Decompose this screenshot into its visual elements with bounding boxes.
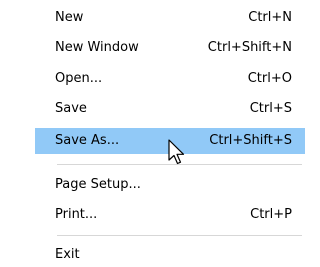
menu-separator	[57, 235, 302, 236]
menu-item-label: Exit	[55, 247, 80, 262]
menu-item-shortcut: Ctrl+S	[249, 101, 292, 116]
menu-item-shortcut: Ctrl+O	[247, 71, 292, 86]
menu-item-label: Page Setup...	[55, 177, 141, 192]
menu-item-print[interactable]: Print... Ctrl+P	[0, 202, 305, 228]
menu-item-label: Save As...	[55, 133, 120, 148]
file-menu: New Ctrl+N New Window Ctrl+Shift+N Open.…	[0, 0, 310, 267]
menu-item-new[interactable]: New Ctrl+N	[0, 5, 305, 31]
menu-item-open[interactable]: Open... Ctrl+O	[0, 66, 305, 92]
arrow-pointer-icon	[168, 139, 185, 165]
menu-item-shortcut: Ctrl+Shift+S	[209, 133, 292, 148]
menu-item-exit[interactable]: Exit	[0, 242, 305, 267]
menu-item-shortcut: Ctrl+P	[250, 207, 292, 222]
menu-item-label: Print...	[55, 207, 98, 222]
menu-item-label: New Window	[55, 40, 139, 55]
menu-item-label: New	[55, 10, 84, 25]
menu-item-label: Open...	[55, 71, 103, 86]
menu-item-shortcut: Ctrl+Shift+N	[207, 40, 292, 55]
menu-item-shortcut: Ctrl+N	[248, 10, 292, 25]
menu-item-label: Save	[55, 101, 87, 116]
menu-item-new-window[interactable]: New Window Ctrl+Shift+N	[0, 35, 305, 61]
menu-item-page-setup[interactable]: Page Setup...	[0, 172, 305, 198]
menu-item-save[interactable]: Save Ctrl+S	[0, 96, 305, 122]
